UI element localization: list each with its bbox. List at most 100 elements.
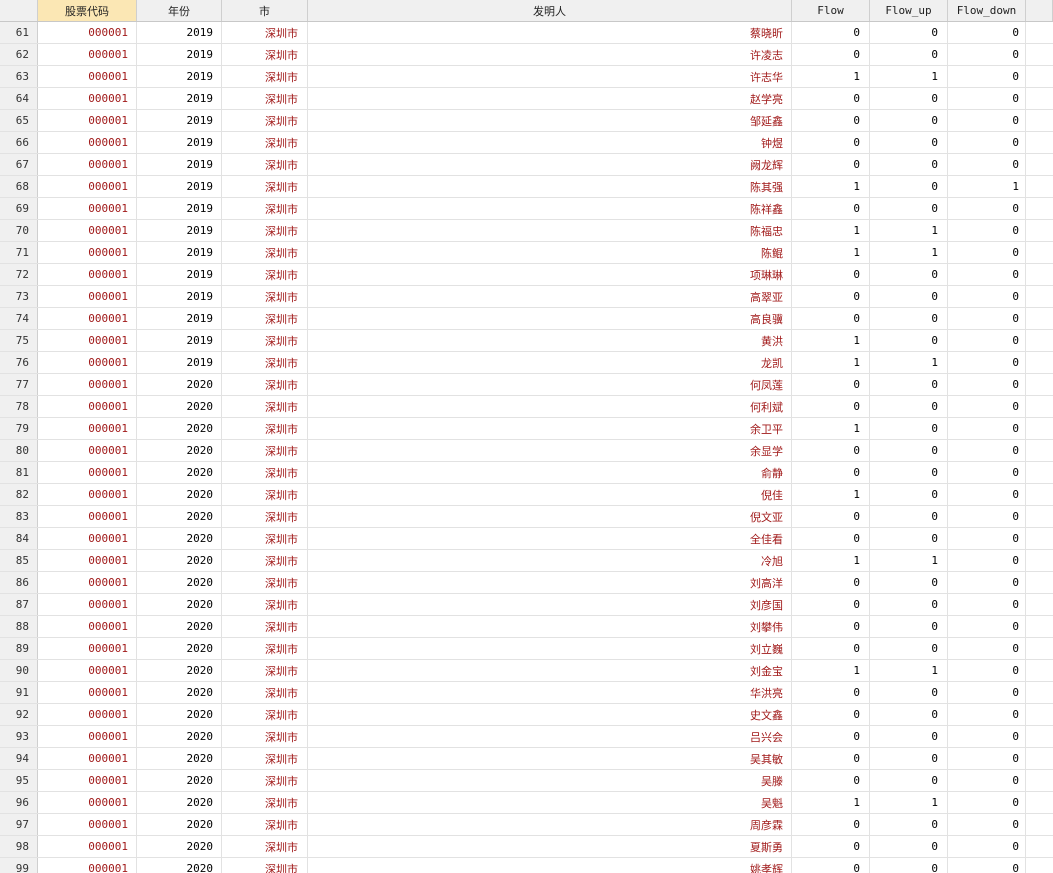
- cell-flow[interactable]: 0: [792, 704, 870, 725]
- cell-inventor[interactable]: 许志华: [308, 66, 792, 87]
- cell-city[interactable]: 深圳市: [222, 814, 308, 835]
- cell-flow-down[interactable]: 0: [948, 484, 1026, 505]
- row-number[interactable]: 96: [0, 792, 38, 813]
- column-header-inventor[interactable]: 发明人: [308, 0, 792, 21]
- cell-flow[interactable]: 0: [792, 462, 870, 483]
- cell-flow[interactable]: 1: [792, 550, 870, 571]
- cell-stock-code[interactable]: 000001: [38, 682, 137, 703]
- row-number[interactable]: 82: [0, 484, 38, 505]
- cell-stock-code[interactable]: 000001: [38, 726, 137, 747]
- cell-inventor[interactable]: 夏斯勇: [308, 836, 792, 857]
- cell-flow[interactable]: 0: [792, 682, 870, 703]
- cell-flow-up[interactable]: 0: [870, 198, 948, 219]
- cell-city[interactable]: 深圳市: [222, 770, 308, 791]
- cell-flow[interactable]: 0: [792, 198, 870, 219]
- cell-year[interactable]: 2020: [137, 528, 222, 549]
- row-number[interactable]: 83: [0, 506, 38, 527]
- cell-stock-code[interactable]: 000001: [38, 660, 137, 681]
- cell-inventor[interactable]: 周彦霖: [308, 814, 792, 835]
- cell-flow-down[interactable]: 0: [948, 352, 1026, 373]
- table-row[interactable]: 96 000001 2020 深圳市 吴魁 1 1 0: [0, 792, 1053, 814]
- cell-flow-up[interactable]: 0: [870, 814, 948, 835]
- cell-flow-up[interactable]: 0: [870, 858, 948, 873]
- cell-flow-down[interactable]: 0: [948, 154, 1026, 175]
- cell-year[interactable]: 2019: [137, 88, 222, 109]
- cell-inventor[interactable]: 刘立巍: [308, 638, 792, 659]
- cell-flow-down[interactable]: 1: [948, 176, 1026, 197]
- cell-flow-down[interactable]: 0: [948, 88, 1026, 109]
- cell-city[interactable]: 深圳市: [222, 594, 308, 615]
- table-row[interactable]: 83 000001 2020 深圳市 倪文亚 0 0 0: [0, 506, 1053, 528]
- cell-flow-up[interactable]: 0: [870, 308, 948, 329]
- cell-stock-code[interactable]: 000001: [38, 44, 137, 65]
- row-number[interactable]: 76: [0, 352, 38, 373]
- column-header-city[interactable]: 市: [222, 0, 308, 21]
- cell-year[interactable]: 2020: [137, 660, 222, 681]
- cell-flow-up[interactable]: 1: [870, 220, 948, 241]
- cell-flow[interactable]: 0: [792, 396, 870, 417]
- cell-flow-down[interactable]: 0: [948, 132, 1026, 153]
- cell-flow-down[interactable]: 0: [948, 418, 1026, 439]
- cell-inventor[interactable]: 龙凯: [308, 352, 792, 373]
- cell-year[interactable]: 2020: [137, 550, 222, 571]
- cell-city[interactable]: 深圳市: [222, 440, 308, 461]
- row-number[interactable]: 65: [0, 110, 38, 131]
- table-row[interactable]: 68 000001 2019 深圳市 陈其强 1 0 1: [0, 176, 1053, 198]
- cell-year[interactable]: 2019: [137, 44, 222, 65]
- cell-flow-up[interactable]: 0: [870, 484, 948, 505]
- row-number[interactable]: 85: [0, 550, 38, 571]
- table-row[interactable]: 61 000001 2019 深圳市 蔡晓昕 0 0 0: [0, 22, 1053, 44]
- cell-stock-code[interactable]: 000001: [38, 242, 137, 263]
- cell-year[interactable]: 2019: [137, 220, 222, 241]
- table-row[interactable]: 78 000001 2020 深圳市 何利斌 0 0 0: [0, 396, 1053, 418]
- cell-stock-code[interactable]: 000001: [38, 440, 137, 461]
- row-number[interactable]: 61: [0, 22, 38, 43]
- cell-year[interactable]: 2020: [137, 484, 222, 505]
- cell-flow-up[interactable]: 0: [870, 836, 948, 857]
- table-row[interactable]: 74 000001 2019 深圳市 高良骥 0 0 0: [0, 308, 1053, 330]
- cell-flow[interactable]: 1: [792, 418, 870, 439]
- cell-flow-up[interactable]: 0: [870, 616, 948, 637]
- cell-flow-down[interactable]: 0: [948, 198, 1026, 219]
- cell-city[interactable]: 深圳市: [222, 726, 308, 747]
- cell-flow[interactable]: 0: [792, 594, 870, 615]
- table-row[interactable]: 69 000001 2019 深圳市 陈祥鑫 0 0 0: [0, 198, 1053, 220]
- cell-stock-code[interactable]: 000001: [38, 132, 137, 153]
- row-number[interactable]: 84: [0, 528, 38, 549]
- cell-inventor[interactable]: 黄洪: [308, 330, 792, 351]
- cell-city[interactable]: 深圳市: [222, 858, 308, 873]
- cell-stock-code[interactable]: 000001: [38, 110, 137, 131]
- table-row[interactable]: 73 000001 2019 深圳市 高翠亚 0 0 0: [0, 286, 1053, 308]
- cell-year[interactable]: 2020: [137, 572, 222, 593]
- cell-year[interactable]: 2019: [137, 22, 222, 43]
- cell-stock-code[interactable]: 000001: [38, 528, 137, 549]
- cell-stock-code[interactable]: 000001: [38, 330, 137, 351]
- cell-flow[interactable]: 0: [792, 308, 870, 329]
- row-number[interactable]: 79: [0, 418, 38, 439]
- cell-flow-up[interactable]: 0: [870, 22, 948, 43]
- cell-flow[interactable]: 1: [792, 242, 870, 263]
- cell-year[interactable]: 2020: [137, 814, 222, 835]
- cell-flow-down[interactable]: 0: [948, 220, 1026, 241]
- table-row[interactable]: 86 000001 2020 深圳市 刘高洋 0 0 0: [0, 572, 1053, 594]
- cell-flow-up[interactable]: 0: [870, 418, 948, 439]
- cell-year[interactable]: 2020: [137, 858, 222, 873]
- cell-flow[interactable]: 0: [792, 110, 870, 131]
- cell-city[interactable]: 深圳市: [222, 220, 308, 241]
- cell-inventor[interactable]: 倪佳: [308, 484, 792, 505]
- cell-inventor[interactable]: 何凤莲: [308, 374, 792, 395]
- cell-flow-down[interactable]: 0: [948, 550, 1026, 571]
- cell-flow-down[interactable]: 0: [948, 264, 1026, 285]
- cell-inventor[interactable]: 何利斌: [308, 396, 792, 417]
- cell-inventor[interactable]: 刘彦国: [308, 594, 792, 615]
- cell-year[interactable]: 2020: [137, 418, 222, 439]
- cell-city[interactable]: 深圳市: [222, 836, 308, 857]
- cell-stock-code[interactable]: 000001: [38, 836, 137, 857]
- cell-city[interactable]: 深圳市: [222, 154, 308, 175]
- cell-flow-down[interactable]: 0: [948, 242, 1026, 263]
- cell-stock-code[interactable]: 000001: [38, 286, 137, 307]
- cell-inventor[interactable]: 项琳琳: [308, 264, 792, 285]
- cell-city[interactable]: 深圳市: [222, 682, 308, 703]
- cell-flow[interactable]: 0: [792, 726, 870, 747]
- table-row[interactable]: 98 000001 2020 深圳市 夏斯勇 0 0 0: [0, 836, 1053, 858]
